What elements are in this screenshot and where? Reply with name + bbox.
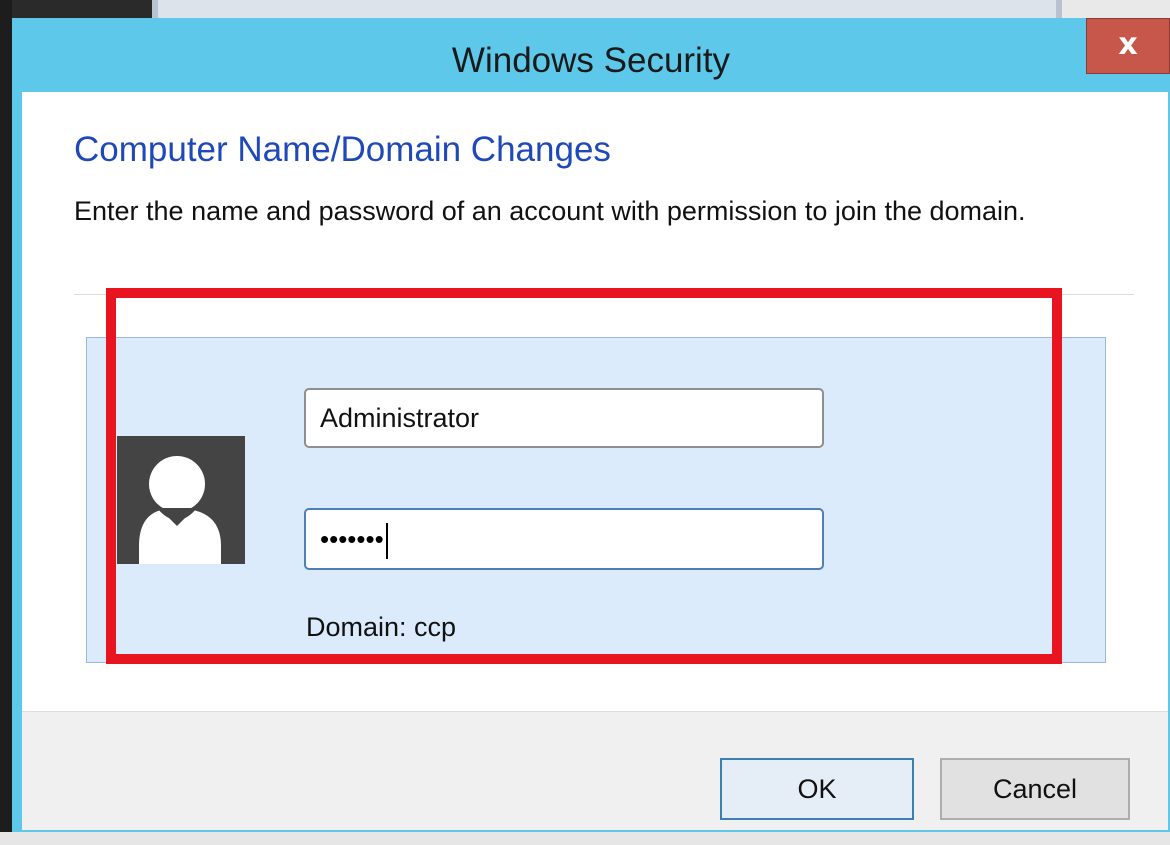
dialog-heading: Computer Name/Domain Changes: [74, 130, 611, 169]
instruction-text: Enter the name and password of an accoun…: [74, 196, 1026, 226]
close-icon: x: [1118, 26, 1138, 62]
text-caret: [385, 522, 388, 559]
separator: [74, 294, 1134, 295]
title-bar[interactable]: Windows Security x: [12, 18, 1170, 92]
background-window-top: [12, 0, 152, 18]
dialog-body: Computer Name/Domain Changes Enter the n…: [22, 92, 1168, 830]
background-bottom-edge: [0, 832, 1170, 845]
domain-label: Domain: ccp: [306, 612, 457, 642]
cancel-button-label: Cancel: [992, 773, 1078, 804]
button-bar: OK Cancel: [22, 711, 1168, 830]
ok-button[interactable]: OK: [720, 758, 914, 820]
close-button[interactable]: x: [1086, 18, 1170, 74]
user-avatar-icon: [117, 436, 245, 564]
background-window-edge: [0, 0, 12, 845]
window-title: Windows Security: [451, 41, 731, 80]
password-value: •••••••: [320, 524, 384, 554]
username-value: Administrator: [320, 403, 480, 433]
background-window-top-light: [152, 0, 1062, 18]
windows-security-dialog: Windows Security x Computer Name/Domain …: [12, 18, 1170, 832]
password-input[interactable]: •••••••: [304, 508, 824, 570]
username-input[interactable]: Administrator: [304, 388, 824, 448]
cancel-button[interactable]: Cancel: [940, 758, 1130, 820]
ok-button-label: OK: [797, 773, 837, 804]
